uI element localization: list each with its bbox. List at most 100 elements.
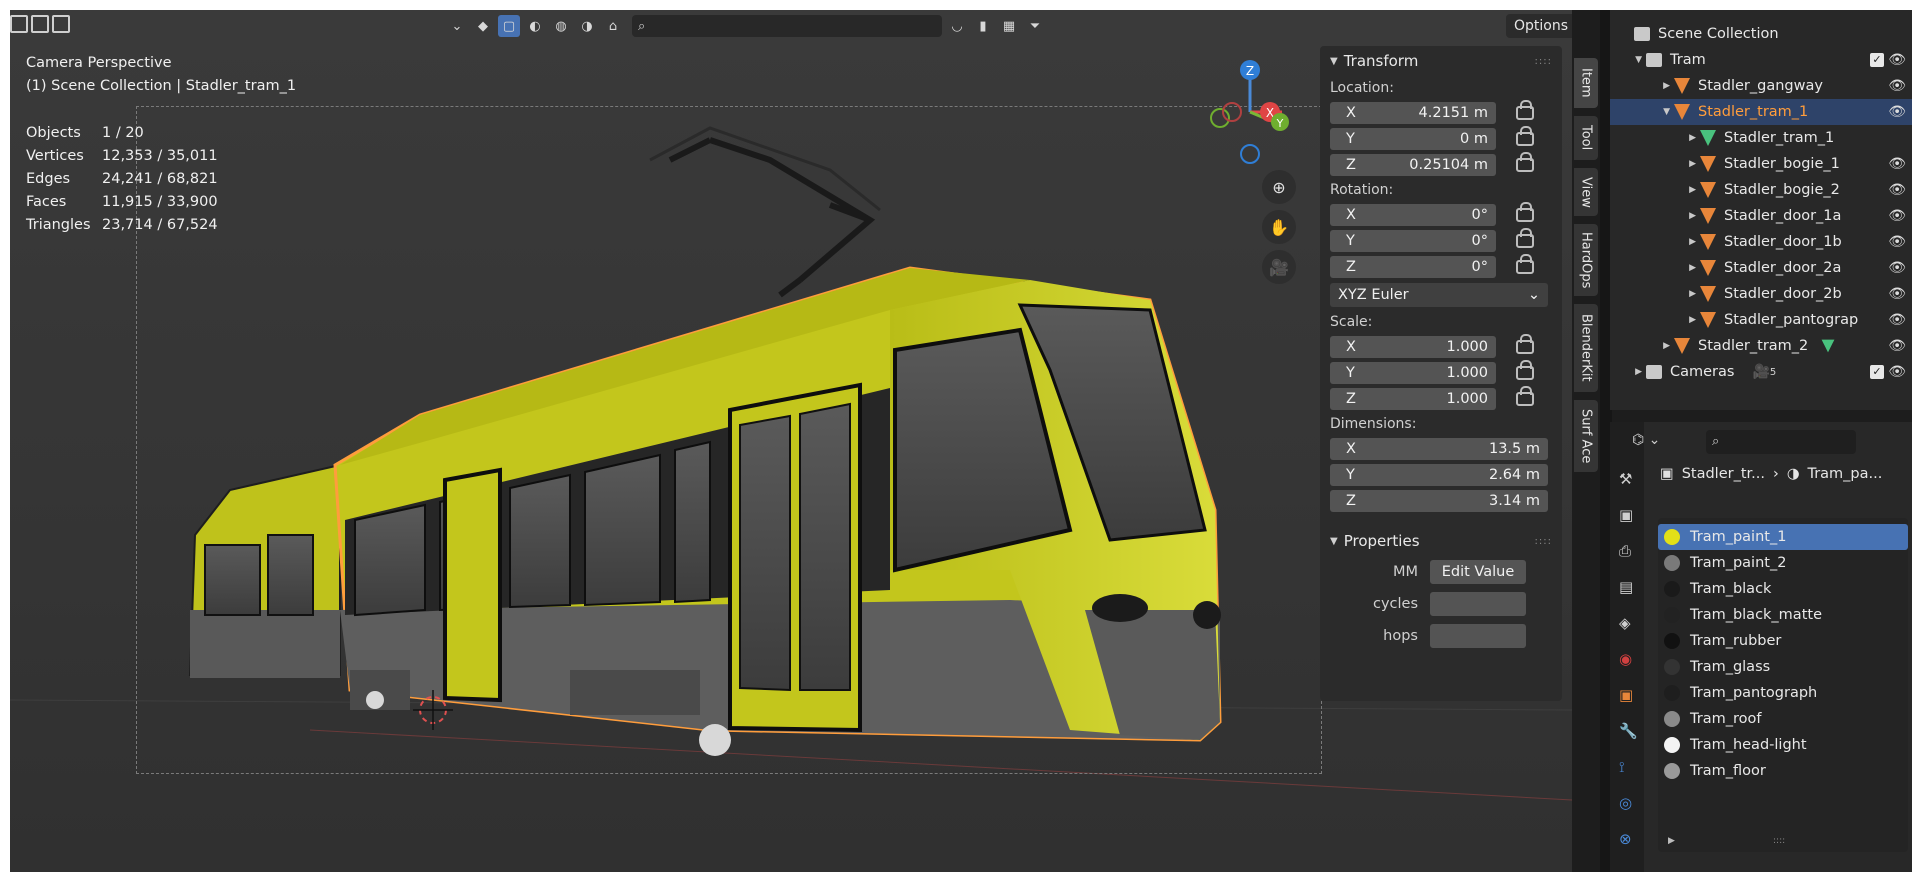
eye-icon[interactable]: 👁 [1888,234,1906,250]
outliner-row-bogie-1[interactable]: ▶ Stadler_bogie_1 👁 [1610,151,1912,177]
select-subtract-icon[interactable] [52,15,70,33]
tool-icon[interactable]: ⚒ [1619,470,1632,488]
list-item[interactable]: Tram_floor [1658,758,1908,784]
bookmark-icon[interactable]: ▮ [972,15,994,37]
chevron-right-icon[interactable]: ▶ [1610,315,1696,325]
list-item[interactable]: Tram_roof [1658,706,1908,732]
select-extend-icon[interactable] [31,15,49,33]
brush-icon[interactable]: ⌂ [602,15,624,37]
eye-icon[interactable]: 👁 [1888,156,1906,172]
lock-icon[interactable] [1516,100,1534,120]
cycles-field[interactable] [1430,592,1526,616]
drag-grip-icon[interactable]: :::: [1535,536,1552,547]
outliner-row-cameras[interactable]: ▶ Cameras 🎥 5 ✓ 👁 [1610,359,1912,385]
lock-icon[interactable] [1516,386,1534,406]
lock-icon[interactable] [1516,126,1534,146]
resize-grip-icon[interactable]: :::: [1773,836,1785,846]
tab-item[interactable]: Item [1574,58,1598,108]
lock-icon[interactable] [1516,360,1534,380]
eye-icon[interactable]: 👁 [1888,52,1906,68]
chevron-down-icon[interactable]: ⌄ [446,15,468,37]
chevron-right-icon[interactable]: ▶ [1610,367,1642,377]
tab-tool[interactable]: Tool [1574,116,1598,160]
chevron-right-icon[interactable]: ▶ [1610,185,1696,195]
eye-icon[interactable]: 👁 [1888,312,1906,328]
outliner-row-door-1b[interactable]: ▶ Stadler_door_1b 👁 [1610,229,1912,255]
rotation-x-field[interactable]: X 0° [1330,204,1496,226]
hops-field[interactable] [1430,624,1526,648]
rotation-z-field[interactable]: Z 0° [1330,256,1496,278]
eye-icon[interactable]: 👁 [1888,338,1906,354]
chevron-right-icon[interactable]: ▶ [1668,836,1675,846]
chevron-right-icon[interactable]: ▶ [1610,159,1696,169]
lock-icon[interactable] [1516,202,1534,222]
list-item[interactable]: Tram_rubber [1658,628,1908,654]
material-shading-icon[interactable]: ◍ [550,15,572,37]
outliner-row-tram[interactable]: ▼ Tram ✓ 👁 [1610,47,1912,73]
include-checkbox[interactable]: ✓ [1870,53,1884,67]
chevron-down-icon[interactable]: ▼ [1610,107,1670,117]
scale-z-field[interactable]: Z 1.000 [1330,388,1496,410]
eye-icon[interactable]: 👁 [1888,260,1906,276]
render-icon[interactable]: ▣ [1619,506,1633,524]
filter-icon[interactable]: ⏷ [1024,15,1046,37]
list-item[interactable]: Tram_paint_1 [1658,524,1908,550]
list-item[interactable]: Tram_pantograph [1658,680,1908,706]
gizmo-color-icon[interactable]: ◆ [472,15,494,37]
outliner-row-tram-2[interactable]: ▶ Stadler_tram_2 👁 [1610,333,1912,359]
solid-shading-icon[interactable]: ◐ [524,15,546,37]
zoom-icon[interactable]: ⊕ [1262,170,1296,204]
material-slot-list[interactable]: Tram_paint_1 Tram_paint_2 Tram_black Tra… [1658,518,1908,852]
object-select-icon[interactable]: ▢ [498,15,520,37]
tab-view[interactable]: View [1574,168,1598,216]
list-item[interactable]: Tram_head-light [1658,732,1908,758]
outliner-row-tram-1[interactable]: ▼ Stadler_tram_1 👁 [1610,99,1912,125]
modifier-wrench-icon[interactable]: 🔧 [1619,722,1638,740]
list-item[interactable]: Tram_glass [1658,654,1908,680]
dimensions-z-field[interactable]: Z 3.14 m [1330,490,1548,512]
navigation-gizmo[interactable]: Z X Y [1206,56,1294,166]
scene-icon[interactable]: ◈ [1619,614,1631,632]
view-layer-icon[interactable]: ▤ [1619,578,1633,596]
outliner-row-gangway[interactable]: ▶ Stadler_gangway 👁 [1610,73,1912,99]
object-icon[interactable]: ▣ [1619,686,1633,704]
tab-surf-ace[interactable]: Surf Ace [1574,400,1598,472]
list-item[interactable]: Tram_black [1658,576,1908,602]
options-dropdown[interactable]: Options ⌄ [1506,14,1572,58]
outliner-row-door-2b[interactable]: ▶ Stadler_door_2b 👁 [1610,281,1912,307]
output-icon[interactable]: ⎙ [1619,542,1631,560]
lock-icon[interactable] [1516,152,1534,172]
chevron-right-icon[interactable]: ▶ [1610,341,1670,351]
eye-icon[interactable]: 👁 [1888,364,1906,380]
world-icon[interactable]: ◉ [1619,650,1632,668]
location-x-field[interactable]: X 4.2151 m [1330,102,1496,124]
chevron-down-icon[interactable]: ▼ [1610,55,1642,65]
tab-blenderkit[interactable]: BlenderKit [1574,304,1598,392]
outliner-row-door-2a[interactable]: ▶ Stadler_door_2a 👁 [1610,255,1912,281]
outliner-row-scene-collection[interactable]: Scene Collection [1610,21,1912,47]
overlay-icon[interactable]: ◡ [946,15,968,37]
chevron-right-icon[interactable]: ▶ [1610,237,1696,247]
physics-icon[interactable]: ◎ [1619,794,1632,812]
chevron-right-icon[interactable]: ▶ [1610,263,1696,273]
eye-icon[interactable]: 👁 [1888,286,1906,302]
location-z-field[interactable]: Z 0.25104 m [1330,154,1496,176]
outliner-row-bogie-2[interactable]: ▶ Stadler_bogie_2 👁 [1610,177,1912,203]
chevron-right-icon[interactable]: ▶ [1610,211,1696,221]
particles-icon[interactable]: ⟟ [1619,758,1625,776]
eye-icon[interactable]: 👁 [1888,182,1906,198]
scale-y-field[interactable]: Y 1.000 [1330,362,1496,384]
chevron-right-icon[interactable]: ▶ [1610,289,1696,299]
eye-icon[interactable]: 👁 [1888,78,1906,94]
dimensions-x-field[interactable]: X 13.5 m [1330,438,1548,460]
tab-hardops[interactable]: HardOps [1574,224,1598,296]
3d-viewport[interactable]: ⌄ ◆ ▢ ◐ ◍ ◑ ⌂ ⌕ ◡ ▮ ▦ ⏷ Options ⌄ [10,10,1572,872]
lock-icon[interactable] [1516,334,1534,354]
outliner-row-tram-1-data[interactable]: ▶ Stadler_tram_1 [1610,125,1912,151]
location-y-field[interactable]: Y0 m [1330,128,1496,150]
viewport-search-input[interactable]: ⌕ [632,15,942,37]
list-item[interactable]: Tram_paint_2 [1658,550,1908,576]
transform-panel-header[interactable]: ▼ Transform :::: [1320,46,1562,76]
rotation-mode-select[interactable]: XYZ Euler ⌄ [1330,283,1548,307]
edit-value-button[interactable]: Edit Value [1430,560,1526,584]
